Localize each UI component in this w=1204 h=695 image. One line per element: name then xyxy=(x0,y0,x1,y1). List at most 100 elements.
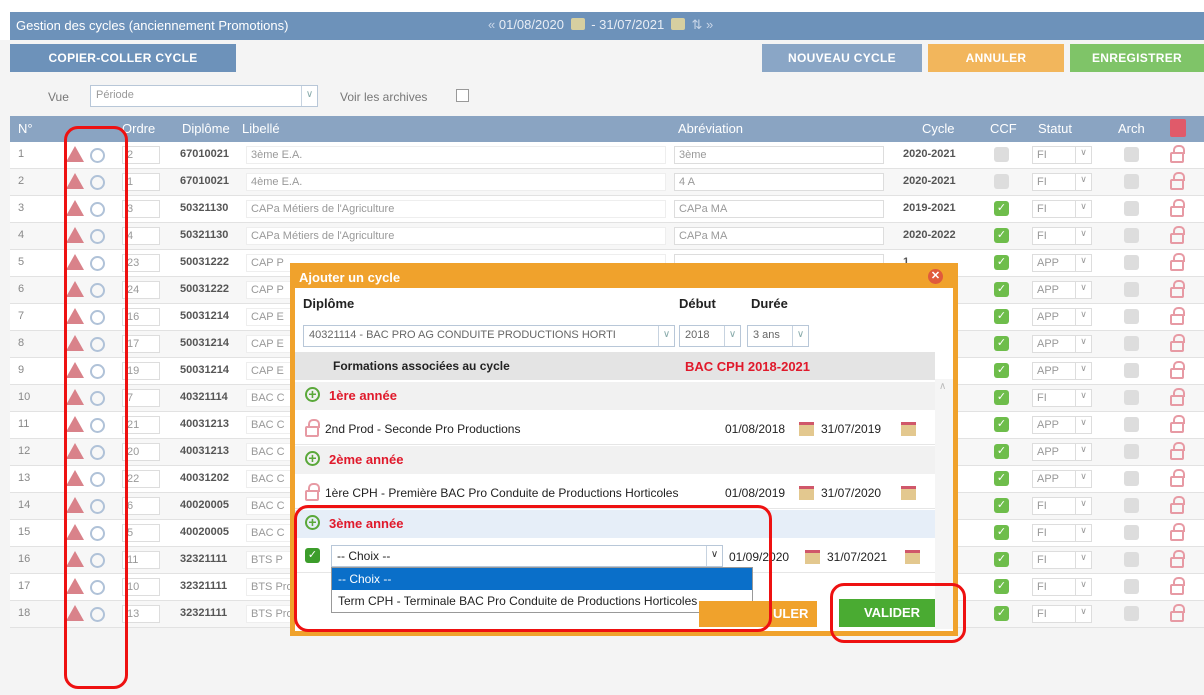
lock-icon[interactable] xyxy=(1170,199,1185,217)
double-chevron-left-icon[interactable]: « xyxy=(488,17,495,32)
ccf-checkbox[interactable]: ✓ xyxy=(994,201,1009,216)
abreviation-field[interactable]: CAPa MA xyxy=(674,227,884,245)
archive-checkbox[interactable] xyxy=(1124,147,1139,162)
lock-icon[interactable] xyxy=(1170,523,1185,541)
add-icon[interactable]: + xyxy=(305,451,320,466)
lock-icon[interactable] xyxy=(1170,550,1185,568)
archive-checkbox[interactable] xyxy=(1124,417,1139,432)
archive-checkbox[interactable] xyxy=(1124,363,1139,378)
abreviation-field[interactable]: CAPa MA xyxy=(674,200,884,218)
lock-icon[interactable] xyxy=(1170,253,1185,271)
archive-checkbox[interactable] xyxy=(1124,606,1139,621)
calendar-icon[interactable] xyxy=(805,550,820,564)
calendar-icon[interactable] xyxy=(901,422,916,436)
ccf-checkbox[interactable] xyxy=(994,174,1009,189)
debut-select[interactable]: 2018 ∨ xyxy=(679,325,741,347)
statut-select[interactable]: FI ∨ xyxy=(1032,605,1092,623)
archive-checkbox[interactable] xyxy=(1124,282,1139,297)
calendar-icon[interactable] xyxy=(799,422,814,436)
ccf-checkbox[interactable]: ✓ xyxy=(994,336,1009,351)
diplome-select[interactable]: 40321114 - BAC PRO AG CONDUITE PRODUCTIO… xyxy=(303,325,675,347)
lock-icon[interactable] xyxy=(305,483,320,501)
double-chevron-right-icon[interactable]: » xyxy=(706,17,713,32)
new-cycle-button[interactable]: NOUVEAU CYCLE xyxy=(762,44,922,72)
statut-select[interactable]: APP ∨ xyxy=(1032,254,1092,272)
archive-checkbox[interactable] xyxy=(1124,552,1139,567)
abreviation-field[interactable]: 4 A xyxy=(674,173,884,191)
lock-icon[interactable] xyxy=(305,419,320,437)
table-row[interactable]: 3 3 50321130 CAPa Métiers de l'Agriculture C… xyxy=(10,196,1204,223)
ccf-checkbox[interactable]: ✓ xyxy=(994,417,1009,432)
lock-icon[interactable] xyxy=(1170,442,1185,460)
ccf-checkbox[interactable]: ✓ xyxy=(994,471,1009,486)
lock-icon[interactable] xyxy=(1170,280,1185,298)
trash-icon[interactable] xyxy=(1170,119,1186,137)
libelle-field[interactable]: 4ème E.A. xyxy=(246,173,666,191)
lock-icon[interactable] xyxy=(1170,334,1185,352)
lock-icon[interactable] xyxy=(1170,172,1185,190)
ccf-checkbox[interactable]: ✓ xyxy=(994,363,1009,378)
ccf-checkbox[interactable]: ✓ xyxy=(994,552,1009,567)
statut-select[interactable]: APP ∨ xyxy=(1032,281,1092,299)
ccf-checkbox[interactable]: ✓ xyxy=(994,228,1009,243)
ccf-checkbox[interactable] xyxy=(994,147,1009,162)
ccf-checkbox[interactable]: ✓ xyxy=(994,579,1009,594)
archive-checkbox[interactable] xyxy=(1124,525,1139,540)
statut-select[interactable]: FI ∨ xyxy=(1032,551,1092,569)
add-icon[interactable]: + xyxy=(305,387,320,402)
statut-select[interactable]: FI ∨ xyxy=(1032,497,1092,515)
ccf-checkbox[interactable]: ✓ xyxy=(994,498,1009,513)
ccf-checkbox[interactable]: ✓ xyxy=(994,525,1009,540)
lock-icon[interactable] xyxy=(1170,388,1185,406)
abreviation-field[interactable]: 3ème xyxy=(674,146,884,164)
archive-checkbox[interactable] xyxy=(1124,174,1139,189)
lock-icon[interactable] xyxy=(1170,361,1185,379)
archive-checkbox[interactable] xyxy=(1124,390,1139,405)
lock-icon[interactable] xyxy=(1170,496,1185,514)
lock-icon[interactable] xyxy=(1170,415,1185,433)
lock-icon[interactable] xyxy=(1170,307,1185,325)
duree-select[interactable]: 3 ans ∨ xyxy=(747,325,809,347)
statut-select[interactable]: FI ∨ xyxy=(1032,524,1092,542)
statut-select[interactable]: APP ∨ xyxy=(1032,308,1092,326)
archive-checkbox[interactable] xyxy=(1124,444,1139,459)
statut-select[interactable]: APP ∨ xyxy=(1032,362,1092,380)
vue-select[interactable]: Période ∨ xyxy=(90,85,318,107)
libelle-field[interactable]: 3ème E.A. xyxy=(246,146,666,164)
libelle-field[interactable]: CAPa Métiers de l'Agriculture xyxy=(246,200,666,218)
statut-select[interactable]: FI ∨ xyxy=(1032,146,1092,164)
refresh-icon[interactable]: ⇅ xyxy=(691,17,702,32)
archive-checkbox[interactable] xyxy=(1124,255,1139,270)
lock-icon[interactable] xyxy=(1170,469,1185,487)
archive-checkbox[interactable] xyxy=(1124,498,1139,513)
table-row[interactable]: 2 1 67010021 4ème E.A. 4 A 2020-2021 FI ∨ xyxy=(10,169,1204,196)
save-button[interactable]: ENREGISTRER xyxy=(1070,44,1204,72)
ccf-checkbox[interactable]: ✓ xyxy=(994,390,1009,405)
ccf-checkbox[interactable]: ✓ xyxy=(994,255,1009,270)
archive-checkbox[interactable] xyxy=(1124,201,1139,216)
ccf-checkbox[interactable]: ✓ xyxy=(994,309,1009,324)
calendar-icon[interactable] xyxy=(905,550,920,564)
lock-icon[interactable] xyxy=(1170,145,1185,163)
copy-cycle-button[interactable]: COPIER-COLLER CYCLE xyxy=(10,44,236,72)
calendar-icon[interactable] xyxy=(799,486,814,500)
ccf-checkbox[interactable]: ✓ xyxy=(994,282,1009,297)
statut-select[interactable]: APP ∨ xyxy=(1032,443,1092,461)
table-row[interactable]: 4 4 50321130 CAPa Métiers de l'Agriculture C… xyxy=(10,223,1204,250)
archive-checkbox[interactable] xyxy=(1124,579,1139,594)
archive-checkbox[interactable] xyxy=(1124,309,1139,324)
statut-select[interactable]: FI ∨ xyxy=(1032,173,1092,191)
lock-icon[interactable] xyxy=(1170,604,1185,622)
archives-checkbox[interactable] xyxy=(456,89,469,102)
lock-icon[interactable] xyxy=(1170,577,1185,595)
archive-checkbox[interactable] xyxy=(1124,228,1139,243)
statut-select[interactable]: APP ∨ xyxy=(1032,416,1092,434)
statut-select[interactable]: APP ∨ xyxy=(1032,470,1092,488)
archive-checkbox[interactable] xyxy=(1124,471,1139,486)
ccf-checkbox[interactable]: ✓ xyxy=(994,444,1009,459)
close-icon[interactable]: ✕ xyxy=(928,269,943,284)
lock-icon[interactable] xyxy=(1170,226,1185,244)
calendar-icon[interactable] xyxy=(570,18,585,30)
calendar-icon[interactable] xyxy=(901,486,916,500)
cancel-button[interactable]: ANNULER xyxy=(928,44,1064,72)
